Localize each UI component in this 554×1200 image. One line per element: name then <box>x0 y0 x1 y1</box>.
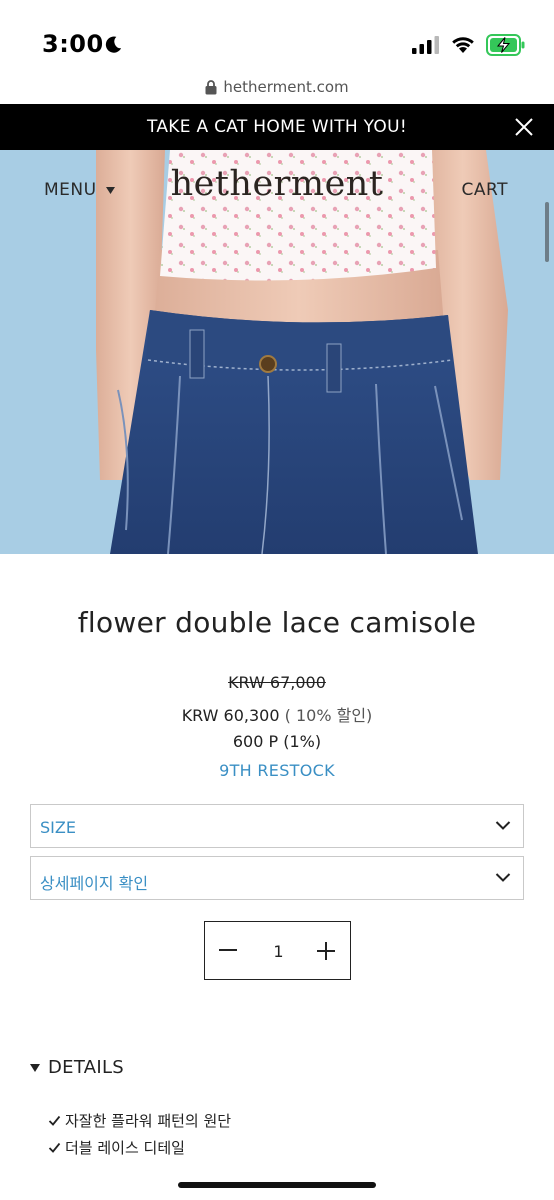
announcement-text: TAKE A CAT HOME WITH YOU! <box>147 117 407 137</box>
sale-price: KRW 60,300 <box>181 706 280 725</box>
lock-icon <box>205 79 217 94</box>
size-select-label: SIZE <box>40 818 76 837</box>
detail-item: 자잘한 플라워 패턴의 원단 <box>48 1110 231 1131</box>
hero-image: MENU hetherment CART <box>0 150 554 554</box>
detail-item-text: 자잘한 플라워 패턴의 원단 <box>65 1112 232 1130</box>
sale-price-row: KRW 60,300 ( 10% 할인) <box>0 702 554 726</box>
original-price: KRW 67,000 <box>228 673 326 692</box>
detail-item: 더블 레이스 디테일 <box>48 1137 185 1158</box>
reward-points: 600 P (1%) <box>232 732 322 751</box>
discount-label: ( 10% 할인) <box>284 706 373 725</box>
status-time: 3:00 <box>42 30 104 58</box>
check-icon <box>48 1142 61 1153</box>
quantity-stepper: 1 <box>204 921 351 980</box>
chevron-down-icon <box>495 821 511 830</box>
close-icon[interactable] <box>514 117 534 137</box>
detail-page-select[interactable]: 상세페이지 확인 <box>30 856 524 900</box>
wifi-icon <box>452 37 474 53</box>
cart-link[interactable]: CART <box>462 180 508 200</box>
check-icon <box>48 1115 61 1126</box>
product-title: flower double lace camisole <box>77 606 477 639</box>
home-indicator[interactable] <box>178 1182 376 1188</box>
url-bar[interactable]: hetherment.com <box>0 70 554 104</box>
announcement-bar: TAKE A CAT HOME WITH YOU! <box>0 104 554 150</box>
details-toggle[interactable]: DETAILS <box>30 1057 124 1078</box>
product-photo <box>0 150 554 554</box>
signal-icon <box>412 36 439 54</box>
scroll-indicator <box>545 202 549 262</box>
url-text: hetherment.com <box>223 78 349 96</box>
detail-page-select-label: 상세페이지 확인 <box>40 874 149 893</box>
moon-icon <box>105 36 122 53</box>
status-bar: 3:00 <box>0 0 554 70</box>
detail-item-text: 더블 레이스 디테일 <box>65 1139 185 1157</box>
restock-label: 9TH RESTOCK <box>219 761 335 780</box>
details-heading: DETAILS <box>48 1057 125 1078</box>
chevron-down-icon <box>495 873 511 882</box>
size-select[interactable]: SIZE <box>30 804 524 848</box>
triangle-down-icon <box>30 1063 40 1072</box>
plus-icon[interactable] <box>313 938 339 964</box>
battery-charging-icon <box>486 34 525 56</box>
